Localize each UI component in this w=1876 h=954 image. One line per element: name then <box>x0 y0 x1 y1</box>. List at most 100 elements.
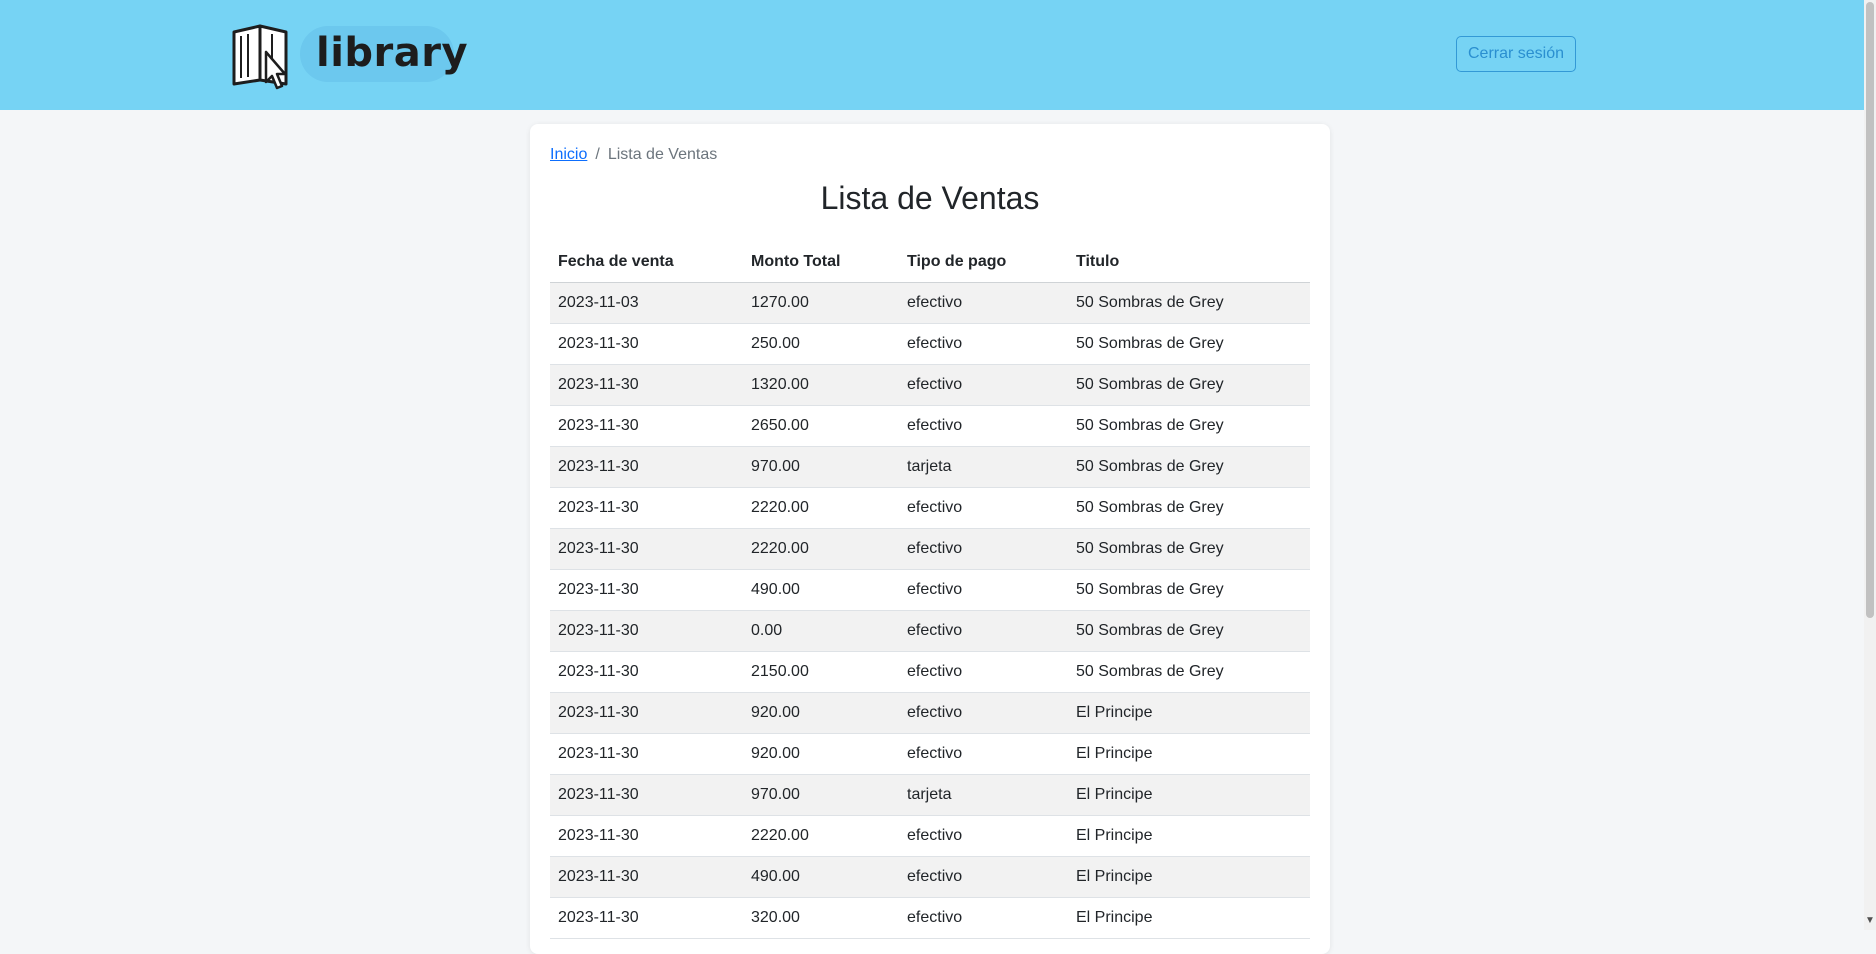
table-row: 2023-11-30 970.00 tarjeta El Principe <box>550 774 1310 816</box>
cell-monto: 0.00 <box>743 610 899 652</box>
table-row: 2023-11-30 1320.00 efectivo 50 Sombras de G… <box>550 364 1310 406</box>
column-header-monto: Monto Total <box>743 242 899 283</box>
top-navbar: library Cerrar sesión <box>0 0 1864 110</box>
cell-tipo-pago: efectivo <box>899 364 1068 406</box>
cell-titulo: 50 Sombras de Grey <box>1068 528 1310 570</box>
page-title: Lista de Ventas <box>820 180 1040 216</box>
table-row: 2023-11-03 1270.00 efectivo 50 Sombras de G… <box>550 282 1310 324</box>
cell-tipo-pago: efectivo <box>899 610 1068 652</box>
table-row: 2023-11-30 250.00 efectivo 50 Sombras de Gr… <box>550 323 1310 365</box>
cell-monto: 490.00 <box>743 856 899 898</box>
cell-tipo-pago: efectivo <box>899 897 1068 939</box>
cell-titulo: 50 Sombras de Grey <box>1068 282 1310 324</box>
cell-titulo: 50 Sombras de Grey <box>1068 569 1310 611</box>
page-scrollbar[interactable]: ▼ <box>1864 0 1876 930</box>
cell-fecha: 2023-11-30 <box>550 446 743 488</box>
cell-tipo-pago: efectivo <box>899 733 1068 775</box>
cell-fecha: 2023-11-03 <box>550 282 743 324</box>
chevron-down-icon[interactable]: ▼ <box>1864 914 1876 928</box>
table-header-row: Fecha de venta Monto Total Tipo de pago … <box>550 242 1310 283</box>
cell-tipo-pago: efectivo <box>899 569 1068 611</box>
scrollbar-thumb[interactable] <box>1866 2 1874 618</box>
cell-titulo: 50 Sombras de Grey <box>1068 610 1310 652</box>
cell-titulo: El Principe <box>1068 692 1310 734</box>
cell-fecha: 2023-11-30 <box>550 815 743 857</box>
breadcrumb: Inicio / Lista de Ventas <box>550 146 717 164</box>
cell-fecha: 2023-11-30 <box>550 405 743 447</box>
cell-titulo: 50 Sombras de Grey <box>1068 323 1310 365</box>
table-row: 2023-11-30 490.00 efectivo El Principe <box>550 856 1310 898</box>
cell-monto: 2220.00 <box>743 528 899 570</box>
logout-button[interactable]: Cerrar sesión <box>1456 36 1576 72</box>
cell-fecha: 2023-11-30 <box>550 364 743 406</box>
cell-monto: 2220.00 <box>743 815 899 857</box>
cell-tipo-pago: efectivo <box>899 282 1068 324</box>
cell-tipo-pago: tarjeta <box>899 446 1068 488</box>
cell-monto: 920.00 <box>743 692 899 734</box>
cell-tipo-pago: efectivo <box>899 528 1068 570</box>
cell-titulo: 50 Sombras de Grey <box>1068 651 1310 693</box>
cell-monto: 1270.00 <box>743 282 899 324</box>
table-row: 2023-11-30 2220.00 efectivo 50 Sombras de G… <box>550 528 1310 570</box>
cell-fecha: 2023-11-30 <box>550 733 743 775</box>
table-row: 2023-11-30 920.00 efectivo El Principe <box>550 692 1310 734</box>
cell-tipo-pago: efectivo <box>899 692 1068 734</box>
cell-tipo-pago: efectivo <box>899 815 1068 857</box>
column-header-titulo: Titulo <box>1068 242 1310 283</box>
cell-tipo-pago: tarjeta <box>899 774 1068 816</box>
cell-monto: 970.00 <box>743 774 899 816</box>
cell-fecha: 2023-11-30 <box>550 856 743 898</box>
table-row: 2023-11-30 2650.00 efectivo 50 Sombras de G… <box>550 405 1310 447</box>
cell-monto: 970.00 <box>743 446 899 488</box>
cell-monto: 2220.00 <box>743 487 899 529</box>
table-row: 2023-11-30 490.00 efectivo 50 Sombras de Gr… <box>550 569 1310 611</box>
cell-tipo-pago: efectivo <box>899 651 1068 693</box>
open-book-cursor-icon <box>232 24 288 90</box>
cell-titulo: 50 Sombras de Grey <box>1068 364 1310 406</box>
table-row: 2023-11-30 970.00 tarjeta 50 Sombras de Gre… <box>550 446 1310 488</box>
cell-fecha: 2023-11-30 <box>550 651 743 693</box>
column-header-tipo-pago: Tipo de pago <box>899 242 1068 283</box>
library-logo[interactable]: library <box>230 22 468 90</box>
cell-monto: 2150.00 <box>743 651 899 693</box>
cell-titulo: 50 Sombras de Grey <box>1068 487 1310 529</box>
cell-titulo: 50 Sombras de Grey <box>1068 405 1310 447</box>
cell-fecha: 2023-11-30 <box>550 774 743 816</box>
cell-monto: 2650.00 <box>743 405 899 447</box>
cell-tipo-pago: efectivo <box>899 405 1068 447</box>
cell-monto: 320.00 <box>743 897 899 939</box>
cell-monto: 1320.00 <box>743 364 899 406</box>
table-row: 2023-11-30 2150.00 efectivo 50 Sombras de G… <box>550 651 1310 693</box>
cell-fecha: 2023-11-30 <box>550 569 743 611</box>
cell-monto: 920.00 <box>743 733 899 775</box>
sales-table-body: 2023-11-03 1270.00 efectivo 50 Sombras de G… <box>550 282 1310 939</box>
table-row: 2023-11-30 320.00 efectivo El Principe <box>550 897 1310 939</box>
cell-fecha: 2023-11-30 <box>550 610 743 652</box>
table-row: 2023-11-30 0.00 efectivo 50 Sombras de Grey <box>550 610 1310 652</box>
cell-fecha: 2023-11-30 <box>550 487 743 529</box>
sales-list-card: Inicio / Lista de Ventas Lista de Ventas F… <box>530 124 1330 954</box>
cell-titulo: El Principe <box>1068 815 1310 857</box>
cell-fecha: 2023-11-30 <box>550 897 743 939</box>
cell-titulo: El Principe <box>1068 897 1310 939</box>
cell-monto: 490.00 <box>743 569 899 611</box>
cell-fecha: 2023-11-30 <box>550 323 743 365</box>
cell-titulo: El Principe <box>1068 733 1310 775</box>
cell-titulo: 50 Sombras de Grey <box>1068 446 1310 488</box>
sales-table: Fecha de venta Monto Total Tipo de pago … <box>550 242 1310 939</box>
cell-tipo-pago: efectivo <box>899 487 1068 529</box>
cell-fecha: 2023-11-30 <box>550 528 743 570</box>
column-header-fecha: Fecha de venta <box>550 242 743 283</box>
table-row: 2023-11-30 2220.00 efectivo 50 Sombras de G… <box>550 487 1310 529</box>
cell-titulo: El Principe <box>1068 856 1310 898</box>
breadcrumb-home-link[interactable]: Inicio <box>550 146 587 163</box>
cell-tipo-pago: efectivo <box>899 323 1068 365</box>
cell-titulo: El Principe <box>1068 774 1310 816</box>
cell-monto: 250.00 <box>743 323 899 365</box>
breadcrumb-current: Lista de Ventas <box>607 146 718 163</box>
table-row: 2023-11-30 2220.00 efectivo El Principe <box>550 815 1310 857</box>
logo-text: library <box>316 30 469 76</box>
table-row: 2023-11-30 920.00 efectivo El Principe <box>550 733 1310 775</box>
cell-tipo-pago: efectivo <box>899 856 1068 898</box>
cell-fecha: 2023-11-30 <box>550 692 743 734</box>
